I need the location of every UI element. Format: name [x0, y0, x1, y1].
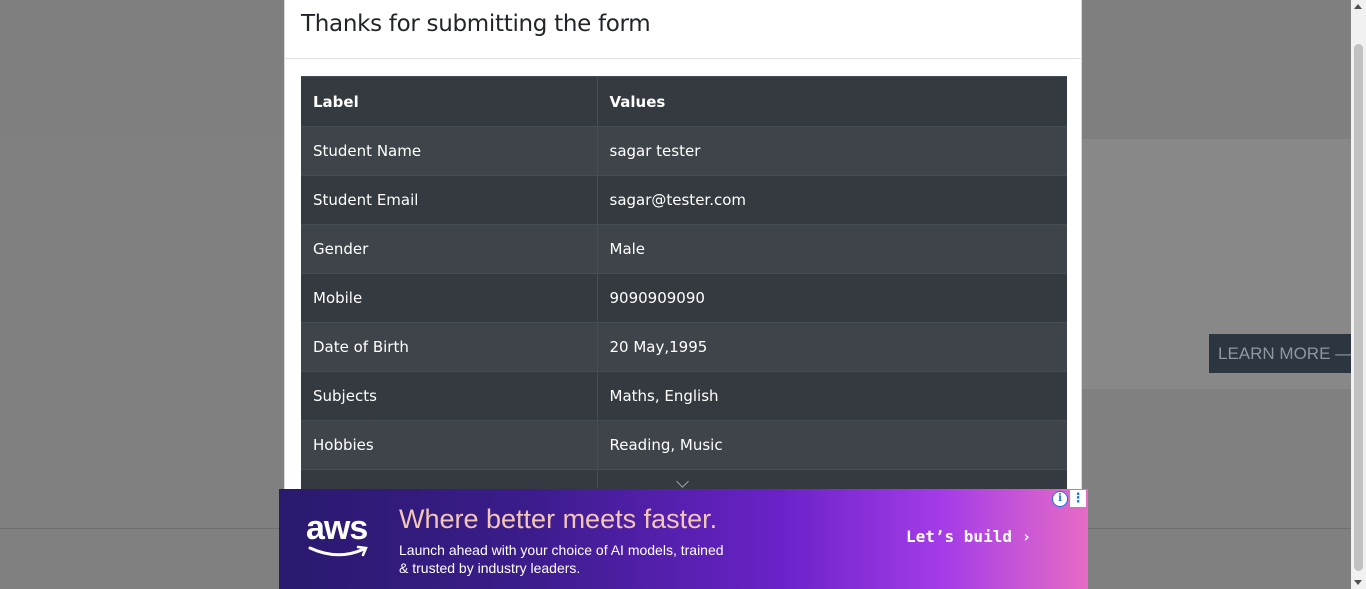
- row-label: Mobile: [301, 273, 598, 323]
- row-value: 9090909090: [597, 273, 1067, 323]
- info-icon[interactable]: i: [1052, 491, 1068, 507]
- table-row: Student Name sagar tester: [301, 126, 1067, 176]
- scroll-down-arrow-icon[interactable]: [1354, 580, 1362, 585]
- row-value: 20 May,1995: [597, 322, 1067, 372]
- table-row: Hobbies Reading, Music: [301, 420, 1067, 470]
- scroll-up-arrow-icon[interactable]: [1354, 4, 1362, 9]
- submission-table: Label Values Student Name sagar tester S…: [301, 76, 1067, 519]
- table-row: Student Email sagar@tester.com: [301, 175, 1067, 225]
- advertisement-banner[interactable]: aws Where better meets faster. Launch ah…: [279, 489, 1088, 589]
- learn-more-button[interactable]: LEARN MORE —: [1209, 334, 1351, 373]
- row-value: Maths, English: [597, 371, 1067, 421]
- row-label: Date of Birth: [301, 322, 598, 372]
- row-value: sagar@tester.com: [597, 175, 1067, 225]
- ad-subtext: Launch ahead with your choice of AI mode…: [399, 542, 724, 576]
- table-row: Gender Male: [301, 224, 1067, 274]
- table-row: Subjects Maths, English: [301, 371, 1067, 421]
- row-label: Student Email: [301, 175, 598, 225]
- table-header-row: Label Values: [301, 76, 1067, 127]
- row-label: Hobbies: [301, 420, 598, 470]
- modal-title: Thanks for submitting the form: [301, 11, 651, 37]
- page-scrollbar[interactable]: [1351, 0, 1366, 589]
- more-vertical-icon[interactable]: ⋮: [1070, 490, 1086, 507]
- ad-headline: Where better meets faster.: [399, 504, 718, 534]
- table-row: Mobile 9090909090: [301, 273, 1067, 323]
- header-values: Values: [597, 76, 1067, 127]
- table-row: Date of Birth 20 May,1995: [301, 322, 1067, 372]
- row-value: Male: [597, 224, 1067, 274]
- row-label: Subjects: [301, 371, 598, 421]
- row-label: Student Name: [301, 126, 598, 176]
- row-value: Reading, Music: [597, 420, 1067, 470]
- row-value: sagar tester: [597, 126, 1067, 176]
- scroll-thumb[interactable]: [1354, 44, 1363, 571]
- header-label: Label: [301, 76, 598, 127]
- ad-cta-button[interactable]: Let’s build ›: [906, 527, 1031, 546]
- aws-smile-icon: [308, 545, 368, 557]
- modal-header: Thanks for submitting the form: [285, 0, 1081, 59]
- row-label: Gender: [301, 224, 598, 274]
- aws-logo: aws: [306, 509, 368, 547]
